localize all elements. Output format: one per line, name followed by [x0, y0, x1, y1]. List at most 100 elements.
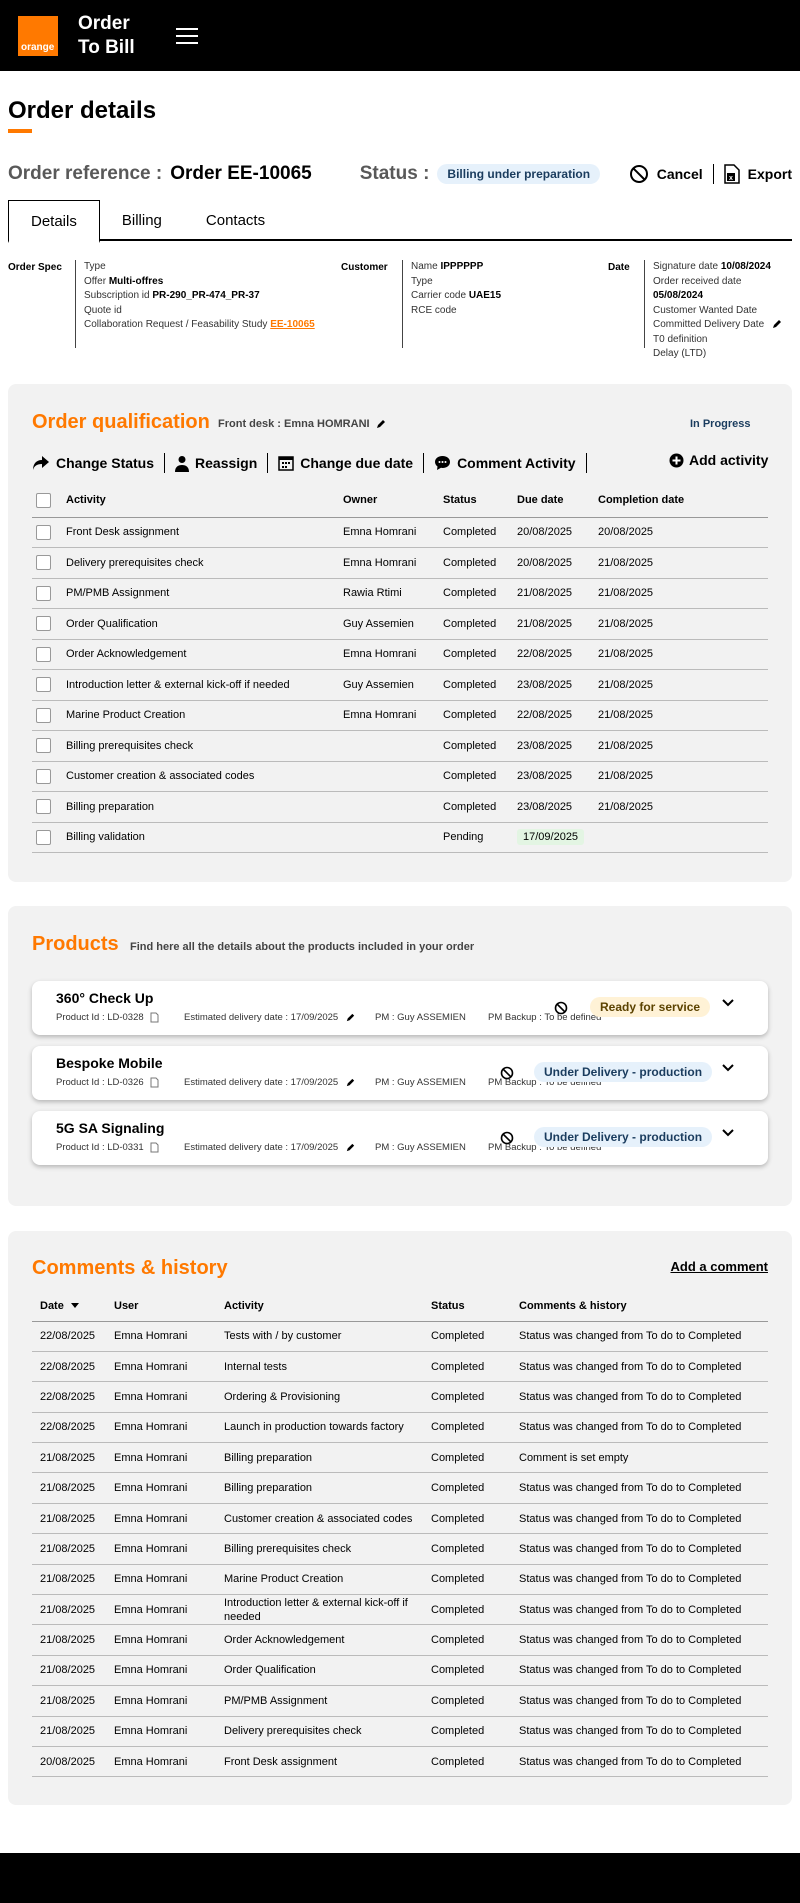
change-status-label: Change Status: [56, 455, 155, 471]
status-cell: Completed: [439, 547, 513, 579]
table-row[interactable]: Billing prerequisites check Completed 23/0…: [32, 730, 768, 762]
comment-activity-button[interactable]: Comment Activity: [424, 455, 586, 471]
plus-circle-icon: [669, 453, 684, 467]
row-checkbox[interactable]: [36, 524, 51, 540]
reassign-button[interactable]: Reassign: [165, 455, 267, 472]
action-divider: [712, 164, 714, 184]
product-pm: PM : Guy ASSEMIEN: [375, 1012, 466, 1023]
row-checkbox[interactable]: [36, 707, 51, 723]
chevron-down-icon[interactable]: [722, 1129, 734, 1137]
activity-cell: Customer creation & associated codes: [216, 1503, 423, 1535]
customer-heading: Customer: [341, 262, 388, 273]
row-checkbox[interactable]: [36, 616, 51, 632]
comment-cell: Status was changed from To do to Complet…: [511, 1381, 768, 1413]
cancel-product-icon[interactable]: [500, 1066, 514, 1080]
row-checkbox[interactable]: [36, 799, 51, 815]
table-row[interactable]: Order Qualification Guy Assemien Completed…: [32, 608, 768, 640]
chevron-down-icon[interactable]: [722, 1064, 734, 1072]
add-activity-button[interactable]: Add activity: [669, 452, 768, 468]
change-due-date-button[interactable]: Change due date: [268, 455, 423, 471]
user-cell: Emna Homrani: [106, 1412, 216, 1444]
edit-pencil-icon[interactable]: [345, 1012, 356, 1023]
edit-pencil-icon[interactable]: [375, 418, 387, 430]
date-cell: 21/08/2025: [32, 1564, 106, 1596]
status-cell: Completed: [423, 1685, 511, 1717]
tab-details[interactable]: Details: [8, 200, 100, 243]
row-checkbox[interactable]: [36, 829, 51, 845]
product-card[interactable]: Bespoke Mobile Product Id : LD-0326 Estim…: [32, 1046, 768, 1100]
tab-billing[interactable]: Billing: [100, 200, 184, 241]
orange-logo[interactable]: orange: [18, 15, 58, 56]
activity-cell: PM/PMB Assignment: [62, 578, 339, 609]
add-comment-link[interactable]: Add a comment: [670, 1259, 768, 1274]
copy-icon[interactable]: [150, 1142, 159, 1153]
app-title-line1: Order: [78, 12, 130, 34]
comment-cell: Status was changed from To do to Complet…: [511, 1472, 768, 1504]
due-date-value: 20/08/2025: [517, 526, 573, 539]
product-id: Product Id : LD-0331: [56, 1142, 159, 1153]
table-header-row: Date User Activity Status Comments & his…: [32, 1291, 768, 1322]
status-label: Status :: [359, 163, 430, 184]
table-row: 21/08/2025 Emna Homrani Delivery prerequis…: [32, 1716, 768, 1747]
table-row[interactable]: Billing preparation Completed 23/08/2025 21…: [32, 791, 768, 823]
activity-cell: Order Qualification: [62, 608, 339, 640]
cancel-product-icon[interactable]: [500, 1131, 514, 1145]
activity-cell: Order Acknowledgement: [62, 639, 339, 670]
product-card[interactable]: 5G SA Signaling Product Id : LD-0331 Esti…: [32, 1111, 768, 1165]
owner-cell: Emna Homrani: [339, 547, 439, 579]
table-row[interactable]: Customer creation & associated codes Comp…: [32, 761, 768, 792]
product-card[interactable]: 360° Check Up Product Id : LD-0328 Estima…: [32, 981, 768, 1035]
table-row[interactable]: Delivery prerequisites check Emna Homrani…: [32, 547, 768, 579]
cancel-button[interactable]: Cancel: [629, 164, 703, 184]
date-cell: 21/08/2025: [32, 1716, 106, 1747]
edit-pencil-icon[interactable]: [345, 1142, 356, 1153]
edit-pencil-icon[interactable]: [345, 1077, 356, 1088]
table-row[interactable]: Billing validation Pending 17/09/2025: [32, 822, 768, 853]
column-header-date[interactable]: Date: [32, 1291, 106, 1322]
activity-cell: Customer creation & associated codes: [62, 761, 339, 792]
select-all-checkbox[interactable]: [36, 492, 51, 508]
row-checkbox[interactable]: [36, 677, 51, 693]
due-date-cell: 22/08/2025: [513, 700, 594, 731]
hamburger-menu-icon[interactable]: [176, 27, 198, 44]
product-status-badge: Ready for service: [590, 997, 711, 1017]
table-row[interactable]: PM/PMB Assignment Rawia Rtimi Completed 21/…: [32, 578, 768, 609]
due-date-cell: 21/08/2025: [513, 608, 594, 640]
date-cell: 21/08/2025: [32, 1655, 106, 1687]
comment-cell: Status was changed from To do to Complet…: [511, 1746, 768, 1778]
comment-cell: Status was changed from To do to Complet…: [511, 1716, 768, 1747]
comment-cell: Status was changed from To do to Complet…: [511, 1685, 768, 1717]
due-date-value: 21/08/2025: [517, 587, 573, 600]
row-checkbox[interactable]: [36, 738, 51, 754]
activity-cell: Front Desk assignment: [216, 1746, 423, 1778]
table-row[interactable]: Marine Product Creation Emna Homrani Compl…: [32, 700, 768, 731]
cancel-product-icon[interactable]: [554, 1001, 568, 1015]
due-date-value: 22/08/2025: [517, 709, 573, 722]
export-button[interactable]: x Export: [723, 164, 792, 184]
row-checkbox[interactable]: [36, 646, 51, 662]
copy-icon[interactable]: [150, 1012, 159, 1023]
due-date-cell: 23/08/2025: [513, 791, 594, 823]
activity-cell: Delivery prerequisites check: [62, 547, 339, 579]
activity-cell: Billing prerequisites check: [62, 730, 339, 762]
change-status-button[interactable]: Change Status: [32, 455, 164, 471]
edit-pencil-icon[interactable]: [771, 318, 783, 330]
toolbar-divider: [585, 453, 587, 473]
product-name: 360° Check Up: [56, 990, 154, 1006]
table-row[interactable]: Order Acknowledgement Emna Homrani Complet…: [32, 639, 768, 670]
status-cell: Completed: [423, 1655, 511, 1687]
table-row[interactable]: Front Desk assignment Emna Homrani Complet…: [32, 517, 768, 548]
column-header-status: Status: [423, 1291, 511, 1322]
row-checkbox[interactable]: [36, 768, 51, 784]
collab-request-link[interactable]: EE-10065: [270, 319, 314, 330]
tab-contacts[interactable]: Contacts: [184, 200, 287, 241]
user-cell: Emna Homrani: [106, 1594, 216, 1626]
copy-icon[interactable]: [150, 1077, 159, 1088]
row-checkbox[interactable]: [36, 555, 51, 571]
chevron-down-icon[interactable]: [722, 999, 734, 1007]
qualification-toolbar: Change Status Reassign Change due date C…: [32, 453, 587, 473]
comment-cell: Status was changed from To do to Complet…: [511, 1503, 768, 1535]
row-checkbox[interactable]: [36, 585, 51, 601]
table-row[interactable]: Introduction letter & external kick-off …: [32, 669, 768, 701]
activity-cell: Ordering & Provisioning: [216, 1381, 423, 1413]
